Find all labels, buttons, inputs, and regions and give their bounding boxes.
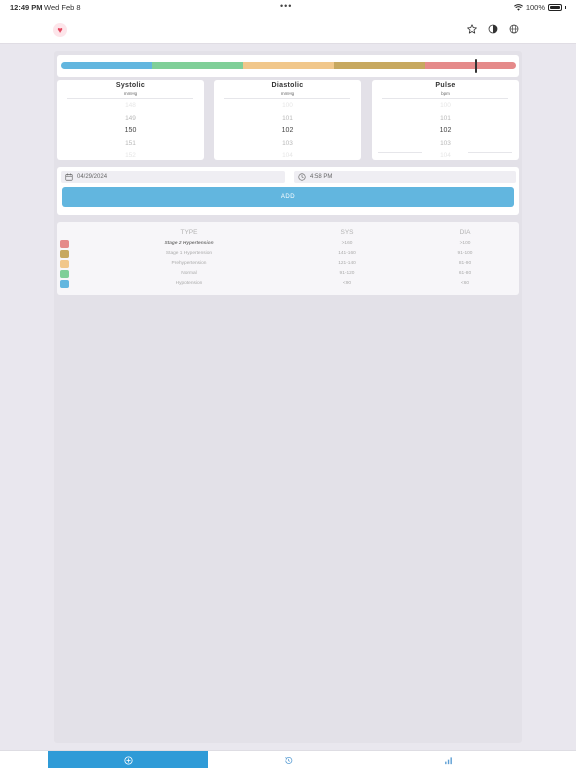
battery-tip — [565, 6, 566, 9]
picker-value[interactable]: 100 — [214, 100, 361, 113]
picker-unit: mmHg — [280, 91, 295, 96]
datetime-card: 04/29/2024 4:58 PM ADD — [57, 167, 519, 215]
status-bar: 12:49 PM Wed Feb 8 ••• 100% — [0, 0, 576, 14]
contrast-icon[interactable] — [487, 23, 499, 35]
gauge-segment — [61, 62, 152, 69]
tab-history[interactable] — [208, 751, 368, 768]
row-dia: <60 — [460, 281, 470, 286]
date-value: 04/29/2024 — [77, 174, 108, 180]
picker-wheel[interactable]: 100 101 102 103 104 — [214, 100, 361, 163]
multitasking-dots[interactable]: ••• — [280, 1, 292, 11]
picker-value-selected[interactable]: 102 — [372, 125, 519, 138]
picker-value[interactable]: 103 — [214, 138, 361, 151]
picker-value[interactable]: 151 — [57, 138, 204, 151]
heart-icon: ♥ — [53, 23, 67, 37]
row-type: Stage 2 Hypertension — [164, 241, 214, 246]
history-icon — [284, 756, 292, 764]
row-type: Prehypertension — [171, 261, 207, 266]
date-field[interactable]: 04/29/2024 — [61, 171, 285, 183]
clock-icon — [298, 173, 306, 181]
category-swatch — [60, 240, 69, 248]
picker-wheel[interactable]: 148 149 150 151 152 — [57, 100, 204, 163]
row-sys: >160 — [341, 241, 353, 246]
picker-title: Pulse — [435, 82, 456, 89]
row-type: Normal — [181, 271, 197, 276]
bp-category-table: TYPE SYS DIA Stage 2 Hypertension >160 >… — [57, 222, 519, 295]
table-row: Stage 1 Hypertension 141-160 91-100 — [57, 249, 519, 259]
star-icon[interactable] — [466, 23, 478, 35]
header-type: TYPE — [180, 229, 198, 236]
picker-selection-line — [378, 152, 422, 153]
picker-value[interactable]: 103 — [372, 138, 519, 151]
time-field[interactable]: 4:58 PM — [294, 171, 516, 183]
battery-percent: 100% — [525, 3, 545, 12]
time-value: 4:58 PM — [310, 174, 333, 180]
table-row: Stage 2 Hypertension >160 >100 — [57, 239, 519, 249]
picker-selection-line — [468, 152, 512, 153]
tab-bar — [0, 750, 576, 768]
picker-value[interactable]: 101 — [214, 113, 361, 126]
picker-wheel[interactable]: 100 101 102 103 104 — [372, 100, 519, 163]
status-right: 100% — [513, 3, 566, 12]
nav-actions — [466, 23, 520, 35]
row-dia: 91-100 — [457, 251, 473, 256]
gauge-segment — [152, 62, 243, 69]
add-button[interactable]: ADD — [62, 187, 514, 207]
picker-value[interactable]: 152 — [57, 150, 204, 163]
row-sys: 121-140 — [338, 261, 356, 266]
category-swatch — [60, 270, 69, 278]
tab-statistics[interactable] — [368, 751, 528, 768]
main-content: Systolic mmHg 148 149 150 151 152 Diasto… — [54, 51, 522, 743]
row-type: Stage 1 Hypertension — [165, 251, 213, 256]
globe-icon[interactable] — [508, 23, 520, 35]
category-swatch — [60, 250, 69, 258]
battery-icon — [548, 4, 562, 11]
bp-gauge-card — [57, 55, 519, 77]
picker-divider — [382, 98, 508, 99]
wifi-icon — [513, 4, 523, 11]
picker-divider — [67, 98, 193, 99]
picker-value-selected[interactable]: 150 — [57, 125, 204, 138]
tab-add-reading[interactable] — [48, 751, 208, 768]
row-sys: <90 — [342, 281, 352, 286]
row-dia: 81-90 — [458, 261, 472, 266]
row-dia: 61-80 — [458, 271, 472, 276]
category-swatch — [60, 280, 69, 288]
row-sys: 141-160 — [338, 251, 356, 256]
nav-bar: ♥ — [0, 14, 576, 44]
gauge-segment — [425, 62, 516, 69]
gauge-segment — [334, 62, 425, 69]
category-swatch — [60, 260, 69, 268]
picker-value[interactable]: 101 — [372, 113, 519, 126]
add-circle-icon — [123, 755, 133, 765]
pulse-picker[interactable]: Pulse bpm 100 101 102 103 104 — [372, 80, 519, 160]
table-row: Prehypertension 121-140 81-90 — [57, 259, 519, 269]
status-date: Wed Feb 8 — [44, 3, 81, 12]
systolic-picker[interactable]: Systolic mmHg 148 149 150 151 152 — [57, 80, 204, 160]
calendar-icon — [65, 173, 73, 181]
gauge-segment — [243, 62, 334, 69]
picker-title: Diastolic — [271, 82, 304, 89]
picker-value[interactable]: 104 — [214, 150, 361, 163]
status-time: 12:49 PM — [10, 3, 43, 12]
picker-value-selected[interactable]: 102 — [214, 125, 361, 138]
bp-gauge-bar — [61, 62, 516, 69]
picker-value[interactable]: 149 — [57, 113, 204, 126]
bp-gauge-marker — [475, 59, 478, 73]
header-sys: SYS — [340, 229, 354, 236]
row-type: Hypotension — [175, 281, 203, 286]
diastolic-picker[interactable]: Diastolic mmHg 100 101 102 103 104 — [214, 80, 361, 160]
row-sys: 91-120 — [339, 271, 355, 276]
picker-divider — [224, 98, 350, 99]
row-dia: >100 — [459, 241, 471, 246]
picker-unit: bpm — [441, 91, 450, 96]
chart-icon — [444, 756, 452, 764]
picker-title: Systolic — [115, 82, 146, 89]
header-dia: DIA — [459, 229, 471, 236]
picker-value[interactable]: 148 — [57, 100, 204, 113]
picker-unit: mmHg — [123, 91, 138, 96]
table-row: Normal 91-120 61-80 — [57, 269, 519, 279]
table-row: Hypotension <90 <60 — [57, 279, 519, 289]
picker-value[interactable]: 100 — [372, 100, 519, 113]
